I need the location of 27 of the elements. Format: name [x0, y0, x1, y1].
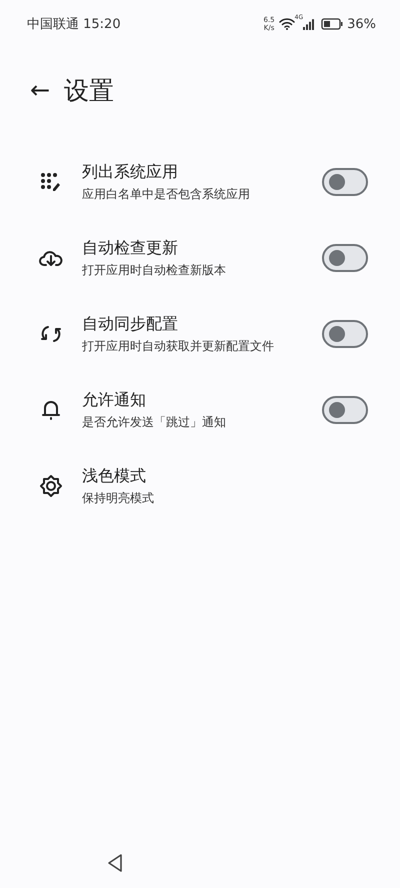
- setting-description: 保持明亮模式: [82, 490, 155, 506]
- bell-icon: [41, 399, 61, 421]
- carrier-time: 中国联通 15:20: [27, 16, 122, 33]
- toggle-switch[interactable]: [322, 396, 368, 424]
- setting-description: 打开应用时自动检查新版本: [82, 262, 227, 278]
- toggle-switch[interactable]: [322, 320, 368, 348]
- toggle-switch[interactable]: [322, 168, 368, 196]
- setting-title: 浅色模式: [82, 466, 147, 486]
- cloud-download-icon: [39, 248, 63, 268]
- signal-icon: [303, 18, 316, 30]
- battery-icon: [321, 18, 344, 30]
- setting-title: 自动检查更新: [82, 238, 179, 258]
- setting-description: 应用白名单中是否包含系统应用: [82, 186, 251, 202]
- page-title: 设置: [64, 74, 114, 106]
- battery-percent: 36%: [347, 16, 376, 32]
- wifi-icon: [278, 18, 295, 30]
- setting-title: 列出系统应用: [82, 162, 179, 182]
- setting-description: 是否允许发送「跳过」通知: [82, 414, 227, 430]
- back-nav-icon[interactable]: [106, 853, 124, 873]
- toggle-switch[interactable]: [322, 244, 368, 272]
- dots-pencil-icon: [40, 172, 62, 192]
- sync-icon: [40, 324, 62, 344]
- setting-title: 允许通知: [82, 390, 147, 410]
- setting-description: 打开应用时自动获取并更新配置文件: [82, 338, 275, 354]
- settings-icon: [39, 474, 63, 498]
- setting-title: 自动同步配置: [82, 314, 179, 334]
- back-button[interactable]: ←: [30, 76, 50, 104]
